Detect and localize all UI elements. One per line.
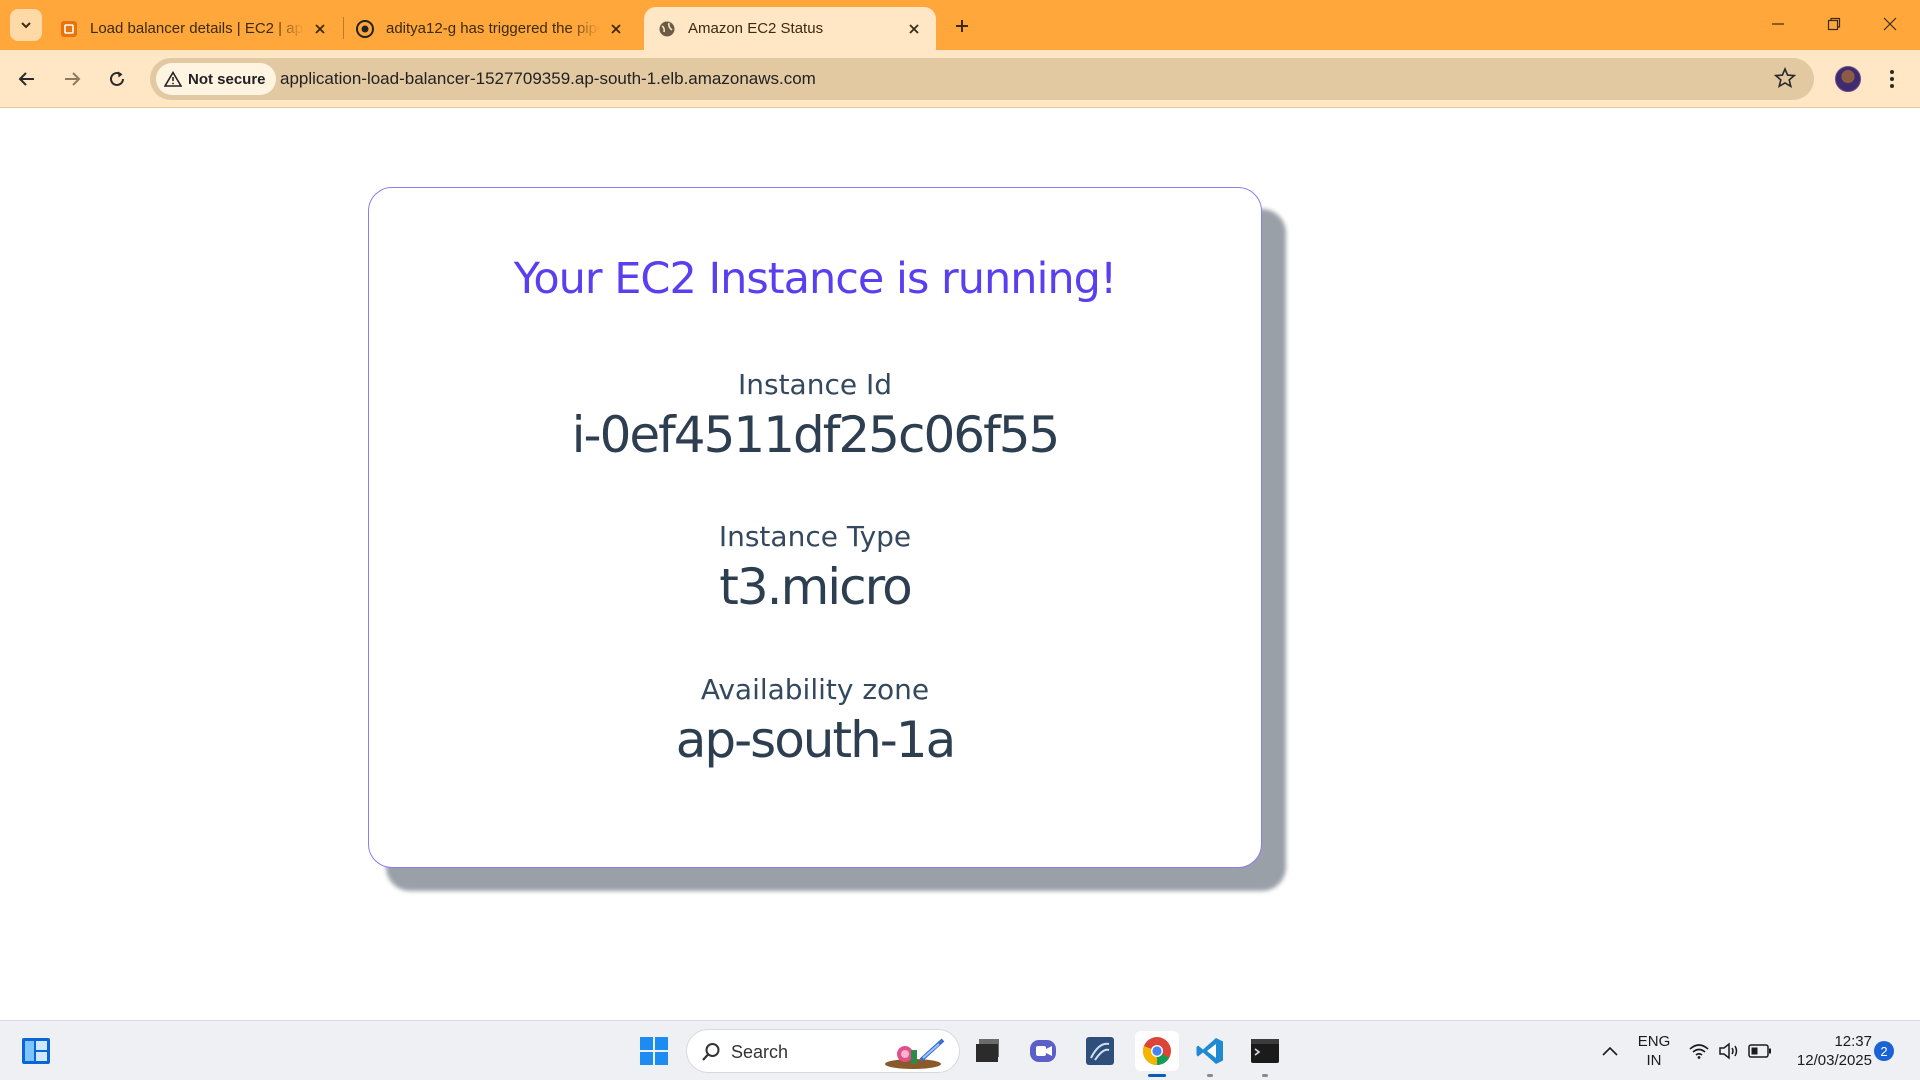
reload-icon	[110, 71, 124, 86]
arrow-right-icon	[65, 72, 81, 86]
region-code: IN	[1646, 1052, 1662, 1069]
quick-settings-button[interactable]	[1680, 1031, 1780, 1071]
chrome-button[interactable]	[1135, 1031, 1179, 1077]
sql-workbench-button[interactable]	[1080, 1031, 1120, 1071]
address-bar[interactable]: Not secure application-load-balancer-152…	[150, 58, 1814, 100]
tab-strip: Load balancer details | EC2 | ap-south-1…	[0, 0, 1920, 50]
widgets-icon	[22, 1038, 50, 1064]
availability-zone-value: ap-south-1a	[675, 711, 957, 769]
sql-workbench-icon	[1086, 1037, 1114, 1065]
tab-load-balancer[interactable]: Load balancer details | EC2 | ap-south-1	[46, 7, 342, 50]
taskbar-search[interactable]: Search	[686, 1029, 960, 1073]
globe-icon	[658, 20, 676, 38]
github-icon	[356, 19, 374, 38]
reload-button[interactable]	[101, 63, 133, 95]
forward-button[interactable]	[56, 63, 88, 95]
chevron-up-icon	[1602, 1046, 1618, 1056]
widgets-button[interactable]	[16, 1031, 56, 1071]
browser-window-frame: Load balancer details | EC2 | ap-south-1…	[0, 0, 1920, 108]
browser-toolbar: Not secure application-load-balancer-152…	[0, 50, 1920, 108]
restore-button[interactable]	[1806, 0, 1862, 48]
close-window-button[interactable]	[1862, 0, 1918, 48]
file-explorer-icon	[976, 1039, 999, 1062]
minimize-icon	[1772, 23, 1784, 25]
close-icon	[1883, 17, 1897, 31]
tab-title: aditya12-g has triggered the pipeline	[386, 20, 600, 37]
language-code: ENG	[1637, 1033, 1671, 1050]
close-icon[interactable]	[310, 19, 330, 39]
running-indicator	[1262, 1074, 1268, 1077]
terminal-icon	[1251, 1039, 1279, 1063]
instance-id-value: i-0ef4511df25c06f55	[571, 406, 1061, 464]
search-icon	[702, 1043, 720, 1061]
clock-date: 12/03/2025	[1796, 1052, 1872, 1069]
status-card: Your EC2 Instance is running! Instance I…	[368, 187, 1262, 868]
minimize-button[interactable]	[1750, 0, 1806, 48]
instance-id-label: Instance Id	[737, 368, 893, 401]
input-language-indicator[interactable]: ENG IN	[1632, 1032, 1676, 1070]
tab-title: Amazon EC2 Status	[688, 20, 824, 37]
notification-badge[interactable]: 2	[1874, 1041, 1894, 1061]
clock[interactable]: 12:37 12/03/2025	[1782, 1032, 1872, 1070]
running-indicator	[1207, 1074, 1213, 1077]
browser-menu-button[interactable]	[1880, 65, 1904, 93]
tab-search-button[interactable]	[10, 9, 42, 41]
terminal-button[interactable]	[1245, 1031, 1285, 1077]
battery-icon	[1748, 1044, 1771, 1058]
profile-avatar[interactable]	[1835, 66, 1861, 92]
tab-amazon-ec2-status[interactable]: Amazon EC2 Status	[644, 7, 936, 50]
url-text[interactable]: application-load-balancer-1527709359.ap-…	[280, 69, 816, 89]
page-heading: Your EC2 Instance is running!	[513, 254, 1117, 304]
instance-type-label: Instance Type	[718, 520, 912, 553]
new-tab-button[interactable]	[948, 12, 976, 40]
teams-icon	[1030, 1040, 1056, 1062]
close-icon[interactable]	[606, 19, 626, 39]
site-info-button[interactable]: Not secure	[156, 63, 276, 95]
taskbar: Search ENG IN 12:37 12/03/2025 2	[0, 1020, 1920, 1080]
close-icon[interactable]	[904, 19, 924, 39]
arrow-left-icon	[18, 72, 34, 86]
clock-time: 12:37	[1834, 1033, 1872, 1050]
chevron-down-icon	[21, 22, 31, 29]
windows-start-icon	[640, 1037, 668, 1065]
show-hidden-icons-button[interactable]	[1592, 1031, 1628, 1071]
volume-icon	[1719, 1042, 1738, 1060]
availability-zone-label: Availability zone	[700, 673, 930, 706]
kebab-menu-icon	[1890, 70, 1894, 88]
tab-title: Load balancer details | EC2 | ap-south-1	[90, 20, 304, 37]
wifi-icon	[1689, 1044, 1709, 1059]
running-indicator	[1148, 1074, 1166, 1077]
teams-button[interactable]	[1024, 1031, 1064, 1071]
back-button[interactable]	[11, 63, 43, 95]
instance-type-value: t3.micro	[719, 558, 912, 616]
file-explorer-button[interactable]	[968, 1031, 1008, 1071]
aws-icon	[60, 20, 78, 38]
tab-github-pipeline[interactable]: aditya12-g has triggered the pipeline	[342, 7, 638, 50]
start-button[interactable]	[634, 1031, 674, 1071]
vscode-button[interactable]	[1190, 1031, 1230, 1077]
plus-icon	[956, 20, 968, 32]
search-placeholder: Search	[731, 1042, 789, 1062]
bookmark-star-icon[interactable]	[1773, 66, 1798, 91]
warning-icon	[164, 71, 182, 87]
chrome-icon	[1142, 1037, 1171, 1065]
vscode-icon	[1196, 1038, 1223, 1064]
restore-icon	[1827, 17, 1841, 31]
security-label: Not secure	[188, 70, 266, 88]
search-highlight-icon	[885, 1038, 945, 1069]
